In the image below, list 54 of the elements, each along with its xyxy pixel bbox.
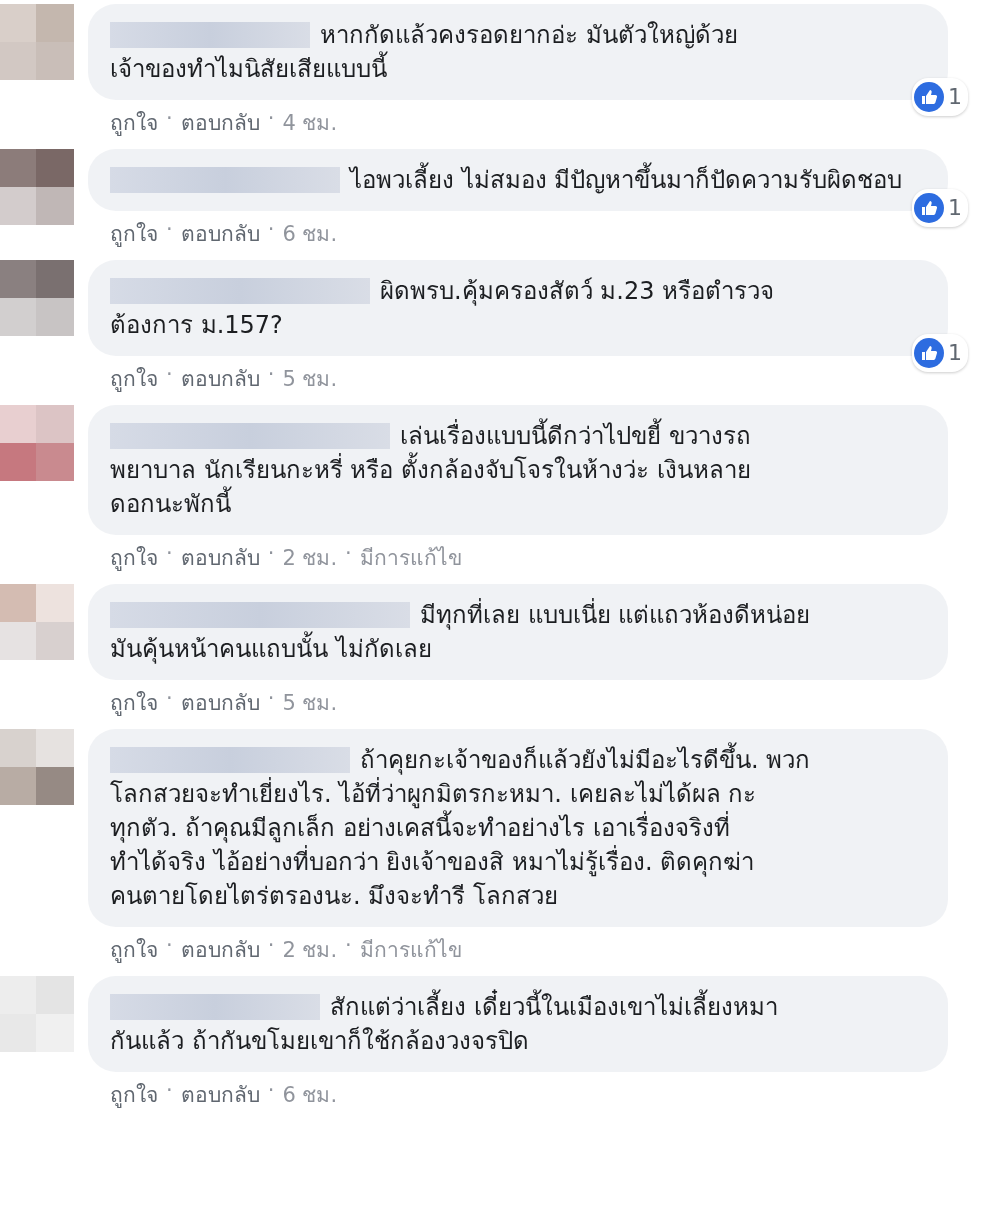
comment-text: ผิดพรบ.คุ้มครองสัตว์ ม.23 หรือตำรวจ ต้องการ ม.157?	[110, 276, 776, 341]
comment-action-link[interactable]: ตอบกลับ	[180, 217, 260, 250]
comment-meta: 6 ชม.	[282, 1082, 338, 1109]
separator-dot: ·	[267, 362, 275, 388]
comment-action-link[interactable]: ถูกใจ	[110, 362, 158, 395]
thumbs-up-icon	[914, 193, 944, 223]
comment-text: ถ้าคุยกะเจ้าของก็แล้วยังไม่มีอะไรดีขึ้น. พวก โลกสวยจะทำเยี่ยงไร. ไอ้ที่ว่าผูกมิตรกะหมา. เคยละไม่ได้ผล กะ ทุกตัว. ถ้าคุณมีลูกเล็ก อย่างเคสนี้จะทำอย่างไร เอาเรื่องจริงที่ ทำได้จริง ไอ้อย่างที่บอกว่า ยิงเจ้าของสิ หมาไม่รู้เรื่อง. ติดคุกฆ่า คนตายโดยไตร่ตรองนะ. มึงจะทำรี โลกสวย	[110, 743, 924, 913]
separator-dot: ·	[267, 217, 275, 243]
like-badge[interactable]: 1	[912, 189, 968, 227]
comment-action-link[interactable]: ตอบกลับ	[180, 362, 260, 395]
separator-dot: ·	[267, 933, 275, 959]
comment-action-link[interactable]: ถูกใจ	[110, 686, 158, 719]
separator-dot: ·	[345, 541, 352, 567]
comment-action-link[interactable]: ตอบกลับ	[180, 106, 260, 139]
separator-dot: ·	[166, 217, 173, 243]
thumbs-up-icon	[914, 82, 944, 112]
comment-action-link[interactable]: ตอบกลับ	[180, 686, 260, 719]
comment-meta: 5 ชม.	[282, 366, 338, 393]
comment-meta: 2 ชม.	[282, 937, 338, 964]
comment-meta: 4 ชม.	[282, 110, 338, 137]
comment-meta: มีการแก้ไข	[359, 545, 462, 572]
comment-meta: 5 ชม.	[282, 690, 338, 717]
comment-action-link[interactable]: ถูกใจ	[110, 1078, 158, 1111]
separator-dot: ·	[345, 933, 352, 959]
thumbs-up-icon	[914, 338, 944, 368]
comment-text: เล่นเรื่องแบบนี้ดีกว่าไปขยี้ ขวางรถ พยาบาล นักเรียนกะหรี่ หรือ ตั้งกล้องจับโจรในห้างว่ะ เงินหลาย ดอกนะพักนี้	[110, 419, 924, 521]
comment-text: มีทุกที่เลย แบบเนี่ย แต่แถวห้องดีหน่อย มันคุ้นหน้าคนแถบนั้น ไม่กัดเลย	[110, 598, 924, 666]
like-count: 1	[948, 83, 962, 111]
like-count: 1	[948, 339, 962, 367]
separator-dot: ·	[267, 106, 275, 132]
comment-action-link[interactable]: ตอบกลับ	[180, 933, 260, 966]
separator-dot: ·	[267, 686, 275, 712]
like-count: 1	[948, 194, 962, 222]
separator-dot: ·	[166, 362, 173, 388]
comment-action-link[interactable]: ถูกใจ	[110, 541, 158, 574]
comment-text: สักแต่ว่าเลี้ยง เดี๋ยวนี้ในเมืองเขาไม่เลี้ยงหมา กันแล้ว ถ้ากันขโมยเขาก็ใช้กล้องวงจรปิด	[110, 990, 924, 1058]
comment-action-link[interactable]: ถูกใจ	[110, 933, 158, 966]
comment-action-link[interactable]: ตอบกลับ	[180, 1078, 260, 1111]
separator-dot: ·	[267, 541, 275, 567]
like-badge[interactable]: 1	[912, 334, 968, 372]
comment-text: หากกัดแล้วคงรอดยากอ่ะ มันตัวใหญ่ด้วย เจ้าของทำไมนิสัยเสียแบบนี้	[110, 20, 739, 85]
separator-dot: ·	[166, 686, 173, 712]
separator-dot: ·	[166, 933, 173, 959]
comment-action-link[interactable]: ถูกใจ	[110, 106, 158, 139]
comment-action-link[interactable]: ถูกใจ	[110, 217, 158, 250]
comment-action-link[interactable]: ตอบกลับ	[180, 541, 260, 574]
like-badge[interactable]: 1	[912, 78, 968, 116]
separator-dot: ·	[166, 1078, 173, 1104]
comment-meta: 2 ชม.	[282, 545, 338, 572]
separator-dot: ·	[166, 541, 173, 567]
separator-dot: ·	[267, 1078, 275, 1104]
separator-dot: ·	[166, 106, 173, 132]
comment-meta: มีการแก้ไข	[359, 937, 462, 964]
comment-meta: 6 ชม.	[282, 221, 338, 248]
